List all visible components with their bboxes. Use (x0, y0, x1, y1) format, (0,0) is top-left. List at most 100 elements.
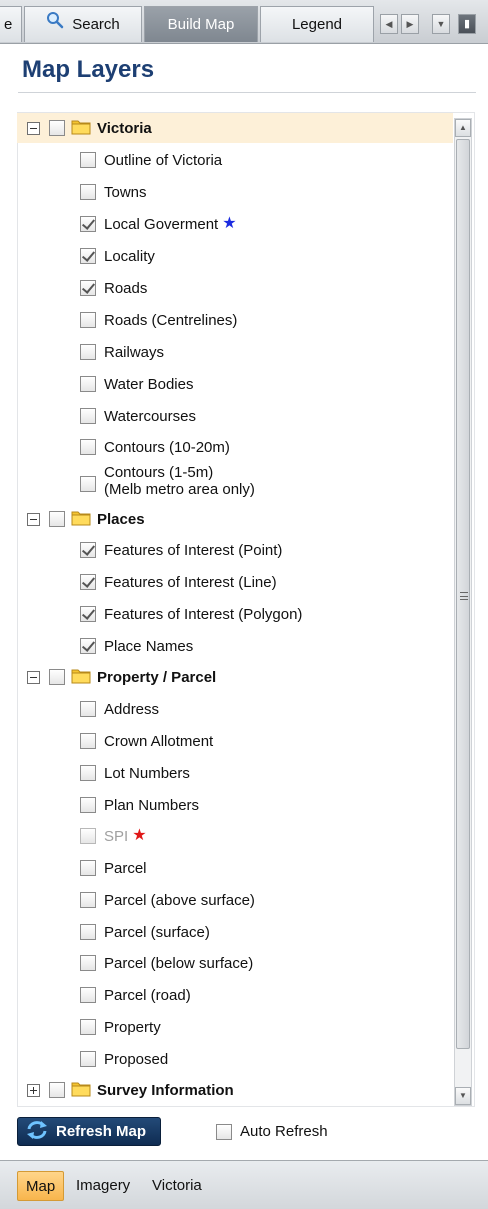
layer-checkbox[interactable] (80, 216, 96, 232)
layer-label: Contours (10-20m) (104, 438, 230, 456)
layer-checkbox[interactable] (80, 542, 96, 558)
layer-railways[interactable]: Railways (80, 337, 450, 367)
tree-scrollbar[interactable]: ▲ ▼ (454, 118, 472, 1106)
layer-features-polygon[interactable]: Features of Interest (Polygon) (80, 599, 450, 629)
layer-checkbox[interactable] (80, 574, 96, 590)
layer-label: Parcel (road) (104, 986, 191, 1004)
scroll-down-icon[interactable]: ▼ (455, 1087, 471, 1105)
layer-label: Features of Interest (Point) (104, 541, 283, 559)
layer-checkbox[interactable] (80, 638, 96, 654)
layer-checkbox[interactable] (80, 1019, 96, 1035)
layer-checkbox[interactable] (80, 924, 96, 940)
layer-checkbox[interactable] (80, 733, 96, 749)
pin-icon[interactable]: ▮ (458, 14, 476, 34)
layer-checkbox[interactable] (80, 439, 96, 455)
chevron-down-icon[interactable]: ▼ (432, 14, 450, 34)
layer-label: Property (104, 1018, 161, 1036)
layer-checkbox[interactable] (80, 476, 96, 492)
layer-checkbox[interactable] (80, 765, 96, 781)
expand-icon[interactable] (27, 1083, 40, 1097)
layer-checkbox[interactable] (80, 408, 96, 424)
group-victoria-checkbox[interactable] (49, 120, 65, 136)
tab-search[interactable]: Search (24, 6, 142, 42)
scroll-up-icon[interactable]: ▲ (455, 119, 471, 137)
layer-parcel-surface[interactable]: Parcel (surface) (80, 917, 450, 947)
layer-checkbox[interactable] (80, 152, 96, 168)
layer-roads[interactable]: Roads (80, 273, 450, 303)
layer-plan-numbers[interactable]: Plan Numbers (80, 790, 450, 820)
layer-local-goverment[interactable]: Local Goverment ★ (80, 209, 450, 239)
layer-checkbox[interactable] (80, 184, 96, 200)
tab-build-map[interactable]: Build Map (144, 6, 258, 42)
group-property-checkbox[interactable] (49, 669, 65, 685)
layer-checkbox[interactable] (80, 892, 96, 908)
layer-label: Parcel (above surface) (104, 891, 255, 909)
tab-partial[interactable]: e (0, 6, 22, 42)
layer-label: Parcel (surface) (104, 923, 210, 941)
tab-map[interactable]: Map (17, 1171, 65, 1201)
layer-parcel-below-surface[interactable]: Parcel (below surface) (80, 948, 450, 978)
group-places[interactable]: Places (17, 504, 453, 534)
layer-label: Proposed (104, 1050, 169, 1068)
layer-watercourses[interactable]: Watercourses (80, 401, 450, 431)
auto-refresh-toggle[interactable]: Auto Refresh (216, 1123, 328, 1140)
tab-build-map-label: Build Map (167, 16, 235, 33)
layer-label: Address (104, 700, 160, 718)
layer-parcel-road[interactable]: Parcel (road) (80, 980, 450, 1010)
auto-refresh-label: Auto Refresh (240, 1123, 328, 1140)
layer-label: Place Names (104, 637, 194, 655)
layer-checkbox[interactable] (80, 1051, 96, 1067)
tab-victoria[interactable]: Victoria (144, 1171, 210, 1201)
magnifier-icon (46, 7, 64, 43)
layer-locality[interactable]: Locality (80, 241, 450, 271)
tab-legend-label: Legend (291, 16, 343, 33)
layer-contours-10-20m[interactable]: Contours (10-20m) (80, 432, 450, 462)
layer-parcel-above-surface[interactable]: Parcel (above surface) (80, 885, 450, 915)
layer-lot-numbers[interactable]: Lot Numbers (80, 758, 450, 788)
layer-address[interactable]: Address (80, 694, 450, 724)
layer-label: Parcel (104, 859, 147, 877)
tab-partial-label: e (4, 16, 13, 33)
refresh-map-button[interactable]: Refresh Map (17, 1117, 161, 1146)
layer-features-line[interactable]: Features of Interest (Line) (80, 567, 450, 597)
layer-place-names[interactable]: Place Names (80, 631, 450, 661)
layer-checkbox[interactable] (80, 701, 96, 717)
layer-crown-allotment[interactable]: Crown Allotment (80, 726, 450, 756)
layer-proposed[interactable]: Proposed (80, 1044, 450, 1074)
layer-checkbox[interactable] (80, 606, 96, 622)
scroll-left-icon[interactable]: ◀ (380, 14, 398, 34)
group-survey-checkbox[interactable] (49, 1082, 65, 1098)
auto-refresh-checkbox[interactable] (216, 1123, 232, 1140)
group-victoria[interactable]: Victoria (17, 113, 453, 143)
layer-checkbox[interactable] (80, 248, 96, 264)
collapse-icon[interactable] (27, 670, 40, 684)
layer-checkbox[interactable] (80, 312, 96, 328)
layer-towns[interactable]: Towns (80, 177, 450, 207)
layer-checkbox[interactable] (80, 797, 96, 813)
group-survey-information[interactable]: Survey Information (17, 1075, 453, 1105)
layer-label: Outline of Victoria (104, 151, 223, 169)
layer-water-bodies[interactable]: Water Bodies (80, 369, 450, 399)
collapse-icon[interactable] (27, 121, 40, 135)
group-property-parcel[interactable]: Property / Parcel (17, 662, 453, 692)
tab-legend[interactable]: Legend (260, 6, 374, 42)
layer-checkbox[interactable] (80, 860, 96, 876)
layer-checkbox[interactable] (80, 344, 96, 360)
group-places-checkbox[interactable] (49, 511, 65, 527)
layer-outline-of-victoria[interactable]: Outline of Victoria (80, 145, 450, 175)
layer-checkbox[interactable] (80, 955, 96, 971)
tab-imagery[interactable]: Imagery (68, 1171, 138, 1201)
folder-icon (71, 117, 91, 139)
star-icon: ★ (132, 827, 147, 844)
layer-roads-centrelines[interactable]: Roads (Centrelines) (80, 305, 450, 335)
layer-checkbox[interactable] (80, 987, 96, 1003)
layer-checkbox[interactable] (80, 280, 96, 296)
scroll-thumb[interactable] (456, 139, 470, 1049)
collapse-icon[interactable] (27, 512, 40, 526)
layer-checkbox[interactable] (80, 376, 96, 392)
scroll-right-icon[interactable]: ▶ (401, 14, 419, 34)
layer-parcel[interactable]: Parcel (80, 853, 450, 883)
layer-features-point[interactable]: Features of Interest (Point) (80, 535, 450, 565)
layer-property[interactable]: Property (80, 1012, 450, 1042)
top-tab-bar: e Search Build Map Legend ◀ ▶ ▼ ▮ (0, 0, 488, 44)
